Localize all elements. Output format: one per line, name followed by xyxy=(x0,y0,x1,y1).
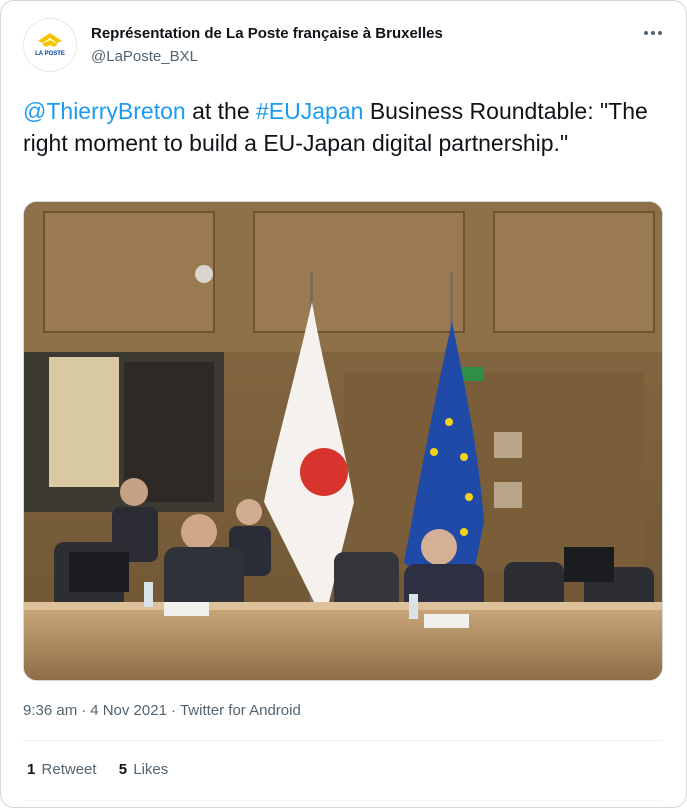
tweet-text: @ThierryBreton at the #EUJapan Business … xyxy=(23,95,663,159)
tweet-date[interactable]: 4 Nov 2021 xyxy=(90,702,167,719)
retweets-count: 1 xyxy=(27,761,36,778)
likes-label: Likes xyxy=(133,761,169,778)
tweet-card: LA POSTE Représentation de La Poste fran… xyxy=(0,0,687,808)
tweet-time[interactable]: 9:36 am xyxy=(23,702,77,719)
likes-stat[interactable]: 5 Likes xyxy=(119,761,169,778)
la-poste-logo-icon: LA POSTE xyxy=(24,19,76,71)
tweet-source[interactable]: Twitter for Android xyxy=(180,702,301,719)
hashtag-link[interactable]: #EUJapan xyxy=(256,98,363,124)
meta-separator: · xyxy=(81,702,87,719)
likes-count: 5 xyxy=(118,761,128,778)
divider-top xyxy=(23,740,663,741)
mention-link[interactable]: @ThierryBreton xyxy=(23,98,186,124)
retweets-stat[interactable]: 1 Retweet xyxy=(27,761,97,778)
tweet-photo[interactable] xyxy=(23,201,663,681)
divider-bottom xyxy=(23,800,663,801)
author-avatar[interactable]: LA POSTE xyxy=(23,18,77,72)
retweets-label: Retweet xyxy=(41,761,97,778)
tweet-stats: 1 Retweet 5 Likes xyxy=(27,761,186,778)
author-handle[interactable]: @LaPoste_BXL xyxy=(91,48,198,65)
meta-separator-2: · xyxy=(170,702,176,719)
tweet-text-part-1: at the xyxy=(185,98,257,124)
roundtable-photo-image xyxy=(24,202,662,680)
svg-text:LA POSTE: LA POSTE xyxy=(35,51,65,57)
tweet-meta: 9:36 am · 4 Nov 2021 · Twitter for Android xyxy=(23,702,301,719)
more-options-icon[interactable] xyxy=(639,21,667,45)
author-display-name[interactable]: Représentation de La Poste française à B… xyxy=(91,25,443,42)
